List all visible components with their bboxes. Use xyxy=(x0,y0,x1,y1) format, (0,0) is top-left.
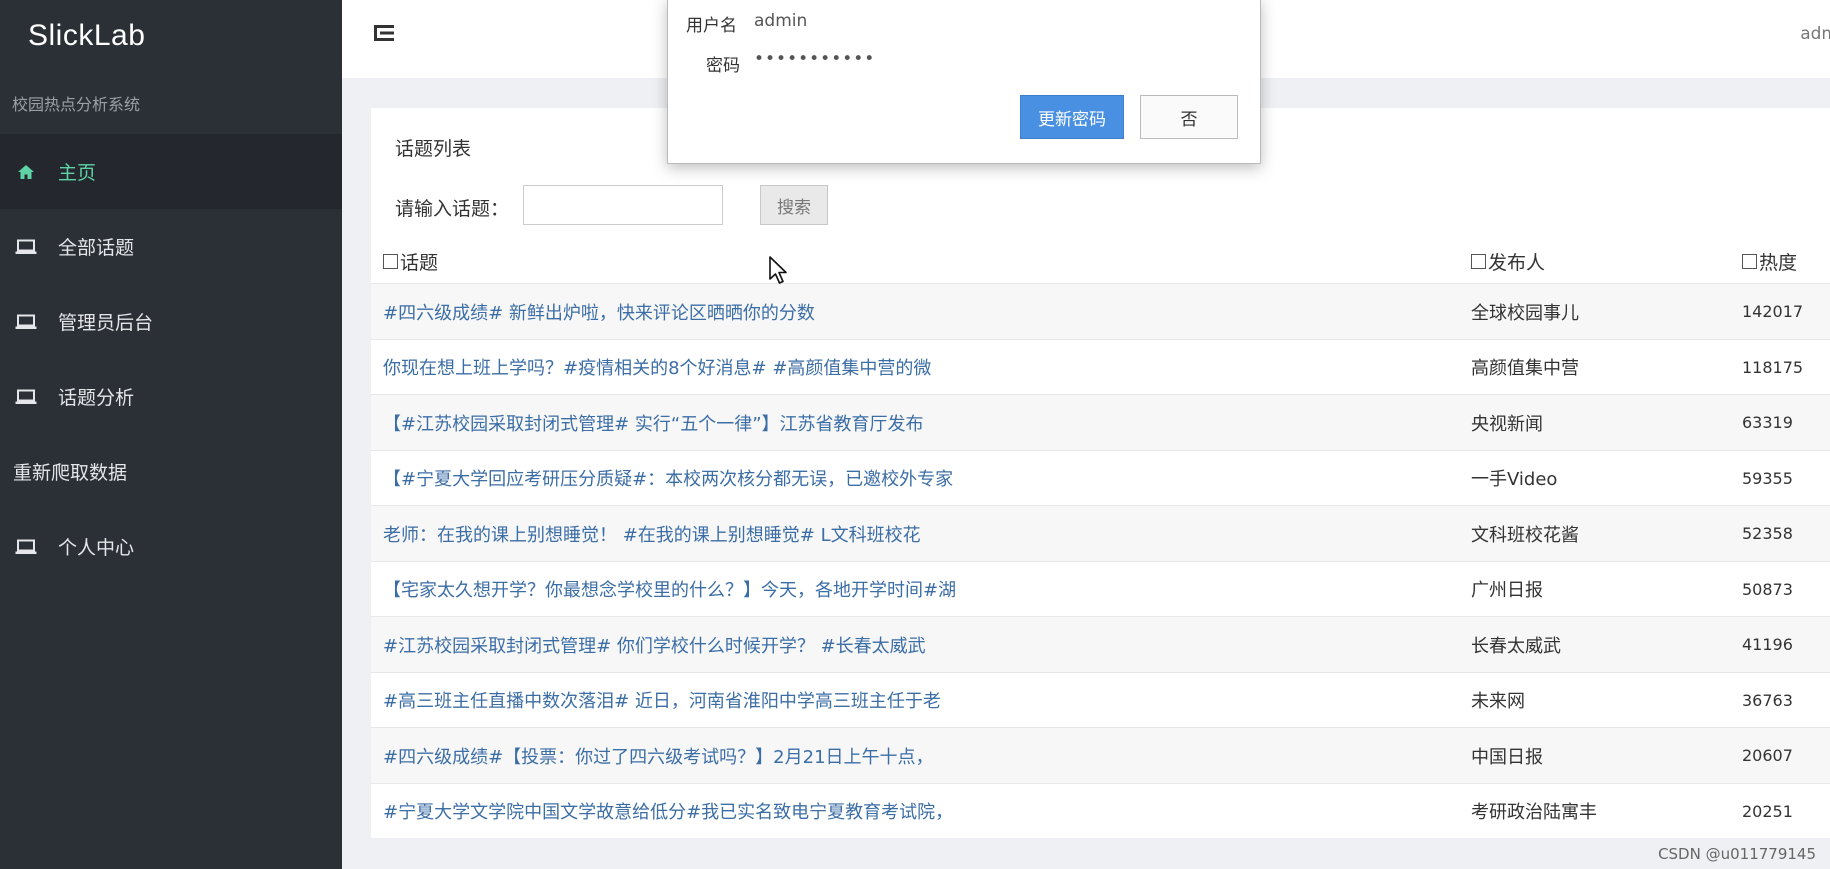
author-cell: 考研政治陆寓丰 xyxy=(1471,802,1597,823)
topic-table: #四六级成绩# 新鲜出炉啦，快来评论区晒晒你的分数 全球校园事儿 142017 … xyxy=(371,283,1830,838)
heat-cell: 63319 xyxy=(1742,413,1793,432)
checkbox[interactable] xyxy=(1471,254,1486,269)
sidebar-item-label: 主页 xyxy=(58,162,97,184)
home-icon xyxy=(14,162,38,182)
panel-title: 话题列表 xyxy=(395,138,472,160)
heat-cell: 50873 xyxy=(1742,579,1793,599)
heat-cell: 142017 xyxy=(1742,302,1804,321)
column-header-topic[interactable]: 话题 xyxy=(383,248,438,275)
topic-link[interactable]: #四六级成绩#【投票：你过了四六级考试吗？】2月21日上午十点， xyxy=(383,728,1443,783)
table-row: #宁夏大学文学院中国文学故意给低分#我已实名致电宁夏教育考试院， 考研政治陆寓丰… xyxy=(371,782,1830,839)
username-value: admin xyxy=(754,11,808,31)
heat-cell: 41196 xyxy=(1742,635,1793,654)
author-cell: 高颜值集中营 xyxy=(1471,358,1579,379)
heat-cell: 36763 xyxy=(1742,690,1793,710)
table-header: 话题 发布人 热度 xyxy=(371,236,1830,280)
cancel-button[interactable]: 否 xyxy=(1140,95,1238,139)
update-password-dialog: 用户名 admin 密码 ••••••••••• 更新密码 否 xyxy=(667,0,1261,164)
user-menu[interactable]: adm xyxy=(1800,24,1830,44)
laptop-icon xyxy=(14,387,38,407)
table-row: 【宅家太久想开学？你最想念学校里的什么？】今天，各地开学时间#湖 广州日报 50… xyxy=(371,560,1830,617)
author-cell: 全球校园事儿 xyxy=(1471,302,1579,324)
laptop-icon xyxy=(14,312,38,332)
author-cell: 文科班校花酱 xyxy=(1471,524,1579,546)
author-cell: 长春太威武 xyxy=(1471,635,1561,657)
table-row: 【#宁夏大学回应考研压分质疑#：本校两次核分都无误，已邀校外专家 一手Video… xyxy=(371,449,1830,506)
topic-link[interactable]: #高三班主任直播中数次落泪# 近日，河南省淮阳中学高三班主任于老 xyxy=(383,673,1443,728)
topic-link[interactable]: 你现在想上班上学吗？#疫情相关的8个好消息# #高颜值集中营的微 xyxy=(383,340,1443,395)
system-subtitle: 校园热点分析系统 xyxy=(12,95,141,114)
sidebar-item-label: 全部话题 xyxy=(58,237,135,259)
topic-link[interactable]: #宁夏大学文学院中国文学故意给低分#我已实名致电宁夏教育考试院， xyxy=(383,784,1443,839)
table-row: 你现在想上班上学吗？#疫情相关的8个好消息# #高颜值集中营的微 高颜值集中营 … xyxy=(371,338,1830,395)
topic-link[interactable]: #四六级成绩# 新鲜出炉啦，快来评论区晒晒你的分数 xyxy=(383,284,1443,339)
table-row: 【#江苏校园采取封闭式管理# 实行“五个一律”】江苏省教育厅发布 央视新闻 63… xyxy=(371,394,1830,450)
checkbox[interactable] xyxy=(1742,254,1757,269)
search-label: 请输入话题： xyxy=(395,198,510,220)
heat-cell: 59355 xyxy=(1742,468,1793,488)
sidebar-item-admin[interactable]: 管理员后台 xyxy=(0,284,342,359)
sidebar: SlickLab 校园热点分析系统 主页 全部话题 管理员后台 话题分析 重新爬… xyxy=(0,0,342,869)
column-label: 话题 xyxy=(400,252,439,274)
table-row: #四六级成绩# 新鲜出炉啦，快来评论区晒晒你的分数 全球校园事儿 142017 xyxy=(371,283,1830,339)
password-field[interactable]: ••••••••••• xyxy=(754,49,875,69)
column-label: 发布人 xyxy=(1488,252,1546,274)
author-cell: 一手Video xyxy=(1471,469,1558,490)
sidebar-item-all-topics[interactable]: 全部话题 xyxy=(0,209,342,284)
author-cell: 央视新闻 xyxy=(1471,413,1543,435)
table-row: #四六级成绩#【投票：你过了四六级考试吗？】2月21日上午十点， 中国日报 20… xyxy=(371,727,1830,783)
search-input[interactable] xyxy=(523,185,723,225)
mouse-cursor-icon xyxy=(768,255,790,285)
sidebar-item-profile[interactable]: 个人中心 xyxy=(0,509,342,584)
heat-cell: 52358 xyxy=(1742,524,1793,543)
sidebar-item-label: 个人中心 xyxy=(58,537,135,559)
heat-cell: 20607 xyxy=(1742,746,1793,765)
laptop-icon xyxy=(14,537,38,557)
laptop-icon xyxy=(14,237,38,257)
watermark: CSDN @u011779145 xyxy=(1658,845,1816,863)
topic-link[interactable]: #江苏校园采取封闭式管理# 你们学校什么时候开学？ #长春太威武 xyxy=(383,617,1443,672)
sidebar-item-label: 管理员后台 xyxy=(58,312,154,334)
sidebar-item-topic-analysis[interactable]: 话题分析 xyxy=(0,359,342,434)
brand-logo[interactable]: SlickLab xyxy=(0,0,342,72)
sidebar-item-label: 重新爬取数据 xyxy=(13,462,128,484)
column-header-author[interactable]: 发布人 xyxy=(1471,248,1545,275)
table-row: #江苏校园采取封闭式管理# 你们学校什么时候开学？ #长春太威武 长春太威武 4… xyxy=(371,616,1830,672)
heat-cell: 20251 xyxy=(1742,801,1793,821)
checkbox[interactable] xyxy=(383,254,398,269)
table-row: #高三班主任直播中数次落泪# 近日，河南省淮阳中学高三班主任于老 未来网 367… xyxy=(371,671,1830,728)
column-label: 热度 xyxy=(1759,252,1798,274)
search-button[interactable]: 搜索 xyxy=(760,185,828,225)
topic-link[interactable]: 【#江苏校园采取封闭式管理# 实行“五个一律”】江苏省教育厅发布 xyxy=(383,395,1443,450)
sidebar-item-label: 话题分析 xyxy=(58,387,135,409)
author-cell: 广州日报 xyxy=(1471,580,1543,601)
sidebar-item-home[interactable]: 主页 xyxy=(0,134,342,209)
author-cell: 未来网 xyxy=(1471,691,1525,712)
heat-cell: 118175 xyxy=(1742,357,1804,377)
topic-link[interactable]: 【#宁夏大学回应考研压分质疑#：本校两次核分都无误，已邀校外专家 xyxy=(383,451,1443,506)
table-row: 老师：在我的课上别想睡觉！ #在我的课上别想睡觉# L文科班校花 文科班校花酱 … xyxy=(371,505,1830,561)
topic-link[interactable]: 【宅家太久想开学？你最想念学校里的什么？】今天，各地开学时间#湖 xyxy=(383,562,1443,617)
topic-link[interactable]: 老师：在我的课上别想睡觉！ #在我的课上别想睡觉# L文科班校花 xyxy=(383,506,1443,561)
update-password-button[interactable]: 更新密码 xyxy=(1020,95,1124,139)
password-label: 密码 xyxy=(706,56,740,76)
username-label: 用户名 xyxy=(686,16,737,36)
author-cell: 中国日报 xyxy=(1471,746,1543,768)
menu-toggle-icon[interactable] xyxy=(372,22,398,44)
topic-list-panel: 话题列表 请输入话题： 搜索 话题 发布人 热度 #四六级成绩# 新鲜出炉啦，快… xyxy=(371,108,1830,838)
sidebar-item-recrawl[interactable]: 重新爬取数据 xyxy=(0,434,342,509)
column-header-heat[interactable]: 热度 xyxy=(1742,248,1797,275)
